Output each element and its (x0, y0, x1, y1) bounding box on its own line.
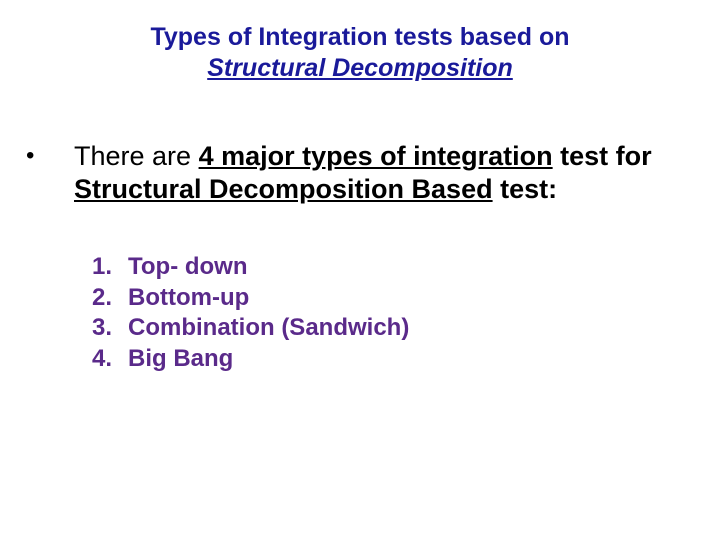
bullet-text-post2: test: (493, 174, 558, 204)
bullet-text-underlined-1: 4 major types of integration (199, 141, 553, 171)
bullet-text-underlined-2: Structural Decomposition Based (74, 174, 493, 204)
slide-title: Types of Integration tests based on Stru… (0, 0, 720, 85)
list-item-number: 2. (92, 283, 128, 314)
body-block: • There are 4 major types of integration… (20, 140, 720, 206)
list-item-text: Combination (Sandwich) (128, 313, 409, 344)
list-item: 2. Bottom-up (92, 283, 409, 314)
list-item: 1. Top- down (92, 252, 409, 283)
list-item: 3. Combination (Sandwich) (92, 313, 409, 344)
slide: Types of Integration tests based on Stru… (0, 0, 720, 540)
list-item-number: 3. (92, 313, 128, 344)
list-item: 4. Big Bang (92, 344, 409, 375)
bullet-marker: • (20, 140, 74, 171)
title-line-2: Structural Decomposition (0, 53, 720, 84)
bullet-text-pre: There are (74, 141, 199, 171)
numbered-list: 1. Top- down 2. Bottom-up 3. Combination… (92, 252, 409, 375)
list-item-text: Big Bang (128, 344, 233, 375)
title-line-1: Types of Integration tests based on (0, 22, 720, 53)
list-item-text: Bottom-up (128, 283, 249, 314)
list-item-text: Top- down (128, 252, 248, 283)
list-item-number: 4. (92, 344, 128, 375)
bullet-item: • There are 4 major types of integration… (20, 140, 720, 206)
bullet-text: There are 4 major types of integration t… (74, 140, 720, 206)
bullet-text-post1: test for (553, 141, 652, 171)
list-item-number: 1. (92, 252, 128, 283)
